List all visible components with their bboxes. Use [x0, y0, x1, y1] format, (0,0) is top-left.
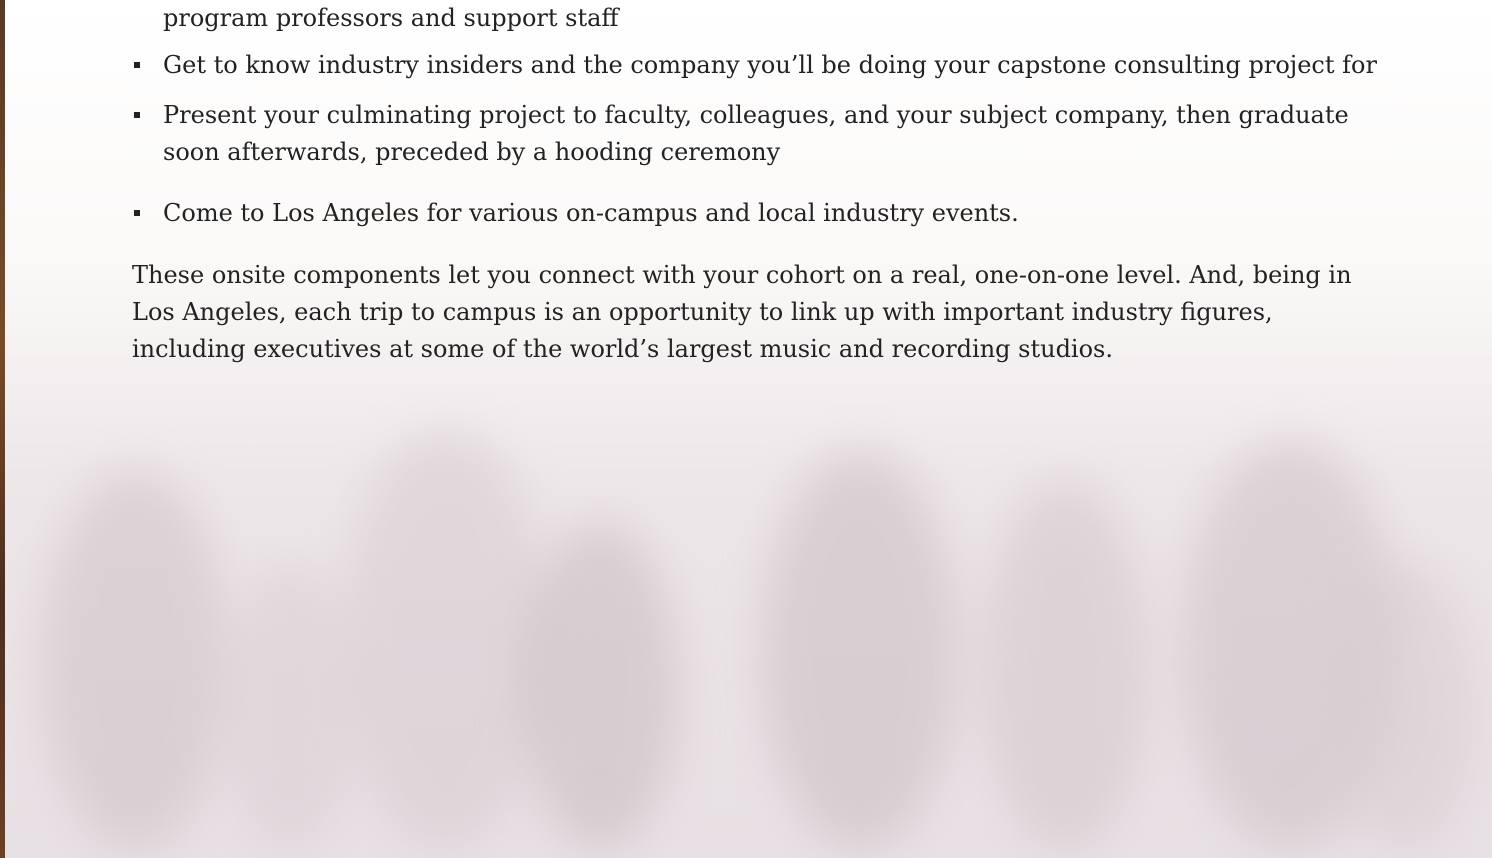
square-bullet-icon: [134, 112, 140, 118]
list-item: Come to Los Angeles for various on-campu…: [132, 195, 1392, 232]
square-bullet-icon: [134, 210, 140, 216]
square-bullet-icon: [134, 62, 140, 68]
list-item: Get to know industry insiders and the co…: [132, 47, 1392, 84]
closing-paragraph: These onsite components let you connect …: [132, 261, 1352, 363]
continued-bullet-line: program professors and support staff: [163, 4, 619, 32]
bullet-list: Get to know industry insiders and the co…: [132, 47, 1392, 245]
left-edge-photo-strip: [0, 0, 5, 858]
list-item-text: Present your culminating project to facu…: [163, 101, 1349, 166]
list-item-text: Come to Los Angeles for various on-campu…: [163, 199, 1019, 227]
list-item: Present your culminating project to facu…: [132, 97, 1392, 171]
list-item-text: Get to know industry insiders and the co…: [163, 51, 1377, 79]
